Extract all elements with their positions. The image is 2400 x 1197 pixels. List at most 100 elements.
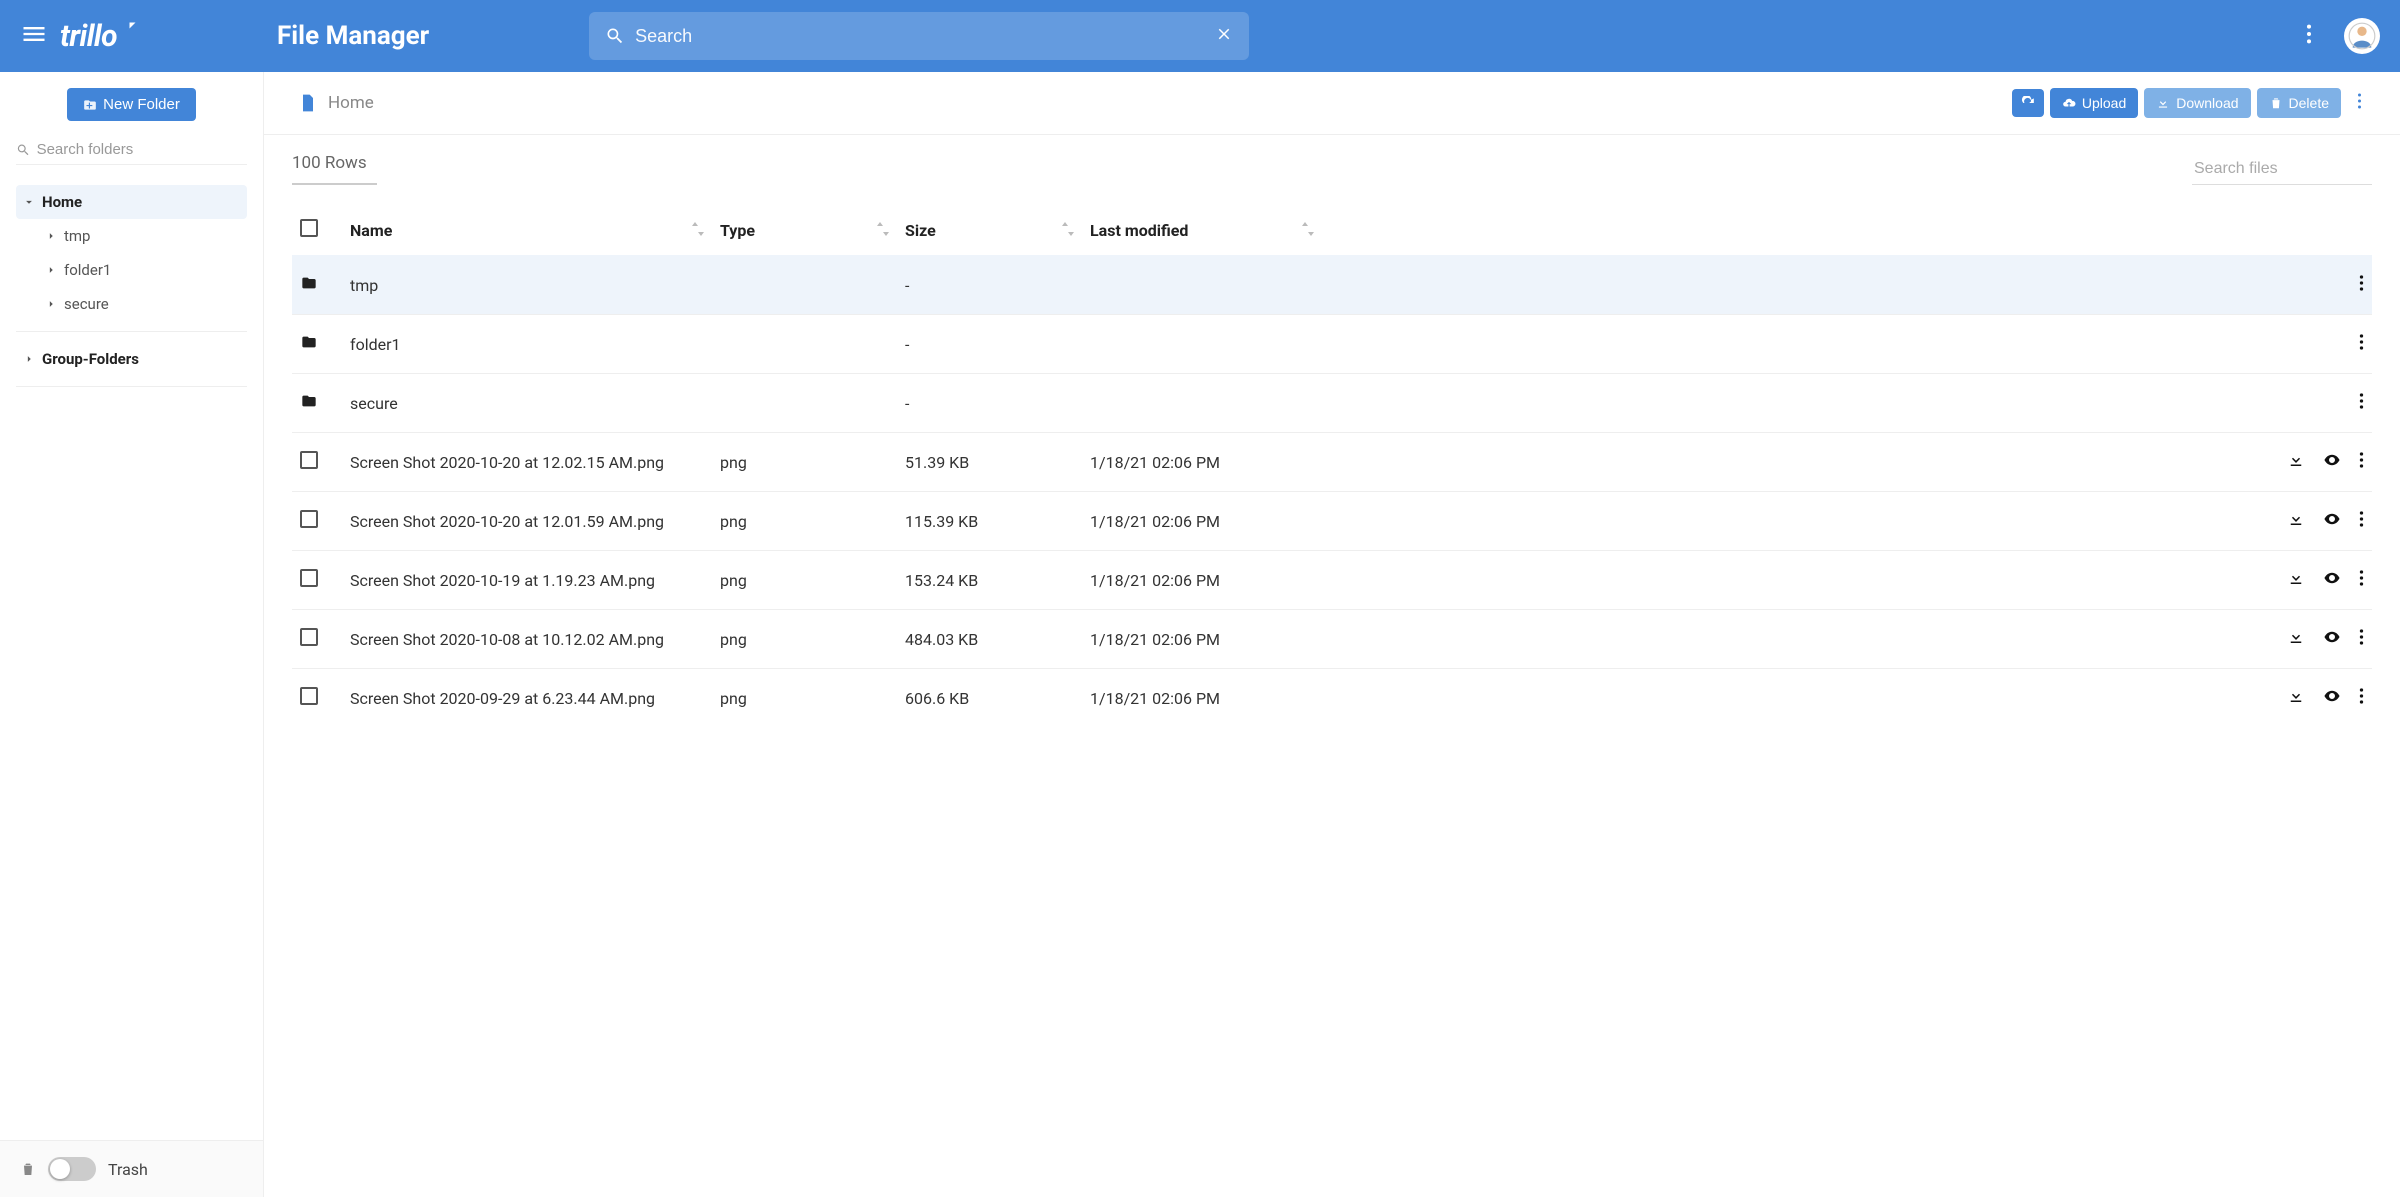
row-download-button[interactable] [2287, 687, 2305, 709]
row-checkbox[interactable] [300, 628, 318, 646]
upload-button[interactable]: Upload [2050, 88, 2138, 118]
row-more-button[interactable] [2359, 451, 2364, 473]
search-files[interactable] [2192, 154, 2372, 185]
delete-label: Delete [2289, 95, 2329, 111]
page-title: File Manager [277, 21, 429, 51]
cell-type [712, 256, 897, 315]
trash-toggle[interactable] [48, 1157, 96, 1181]
user-avatar[interactable] [2344, 18, 2380, 54]
cell-name: tmp [342, 256, 712, 315]
global-search-input[interactable] [635, 26, 1215, 47]
breadcrumb-label: Home [328, 93, 374, 113]
sort-icon[interactable] [692, 221, 704, 240]
cell-type: png [712, 433, 897, 492]
row-preview-button[interactable] [2323, 687, 2341, 709]
row-more-button[interactable] [2359, 510, 2364, 532]
new-folder-label: New Folder [103, 96, 180, 113]
tree-item-tmp[interactable]: tmp [16, 219, 247, 253]
main-panel: Home Upload Download [264, 72, 2400, 1197]
download-label: Download [2176, 95, 2238, 111]
refresh-icon [2021, 96, 2035, 110]
sidebar-search-input[interactable] [37, 141, 247, 158]
row-download-button[interactable] [2287, 510, 2305, 532]
row-preview-button[interactable] [2323, 510, 2341, 532]
topbar-more-button[interactable] [2298, 15, 2320, 57]
col-modified[interactable]: Last modified [1090, 221, 1188, 240]
tree-item-secure[interactable]: secure [16, 287, 247, 321]
tree-label: tmp [64, 227, 90, 245]
cell-size: 153.24 KB [897, 551, 1082, 610]
cell-size: 115.39 KB [897, 492, 1082, 551]
topbar: trillo File Manager [0, 0, 2400, 72]
table-row[interactable]: Screen Shot 2020-10-20 at 12.02.15 AM.pn… [292, 433, 2372, 492]
breadcrumb[interactable]: Home [298, 91, 374, 115]
tree-item-folder1[interactable]: folder1 [16, 253, 247, 287]
table-row[interactable]: folder1- [292, 315, 2372, 374]
cell-name: folder1 [342, 315, 712, 374]
row-preview-button[interactable] [2323, 628, 2341, 650]
sidebar: New Folder Home tmp folder1 [0, 72, 264, 1197]
sort-icon[interactable] [1302, 221, 1314, 240]
row-more-button[interactable] [2359, 274, 2364, 296]
cell-modified: 1/18/21 02:06 PM [1082, 610, 1322, 669]
table-row[interactable]: Screen Shot 2020-10-08 at 10.12.02 AM.pn… [292, 610, 2372, 669]
chevron-right-icon [44, 263, 58, 277]
row-more-button[interactable] [2359, 628, 2364, 650]
table-row[interactable]: Screen Shot 2020-10-20 at 12.01.59 AM.pn… [292, 492, 2372, 551]
cloud-upload-icon [2062, 96, 2076, 110]
refresh-button[interactable] [2012, 89, 2044, 117]
row-preview-button[interactable] [2323, 569, 2341, 591]
select-all-checkbox[interactable] [300, 219, 318, 237]
row-checkbox[interactable] [300, 510, 318, 528]
row-checkbox[interactable] [300, 569, 318, 587]
toolbar-more-button[interactable] [2347, 88, 2372, 118]
row-more-button[interactable] [2359, 569, 2364, 591]
delete-button[interactable]: Delete [2257, 88, 2341, 118]
row-more-button[interactable] [2359, 392, 2364, 414]
download-icon [2156, 96, 2170, 110]
row-more-button[interactable] [2359, 333, 2364, 355]
clear-search-button[interactable] [1215, 25, 1233, 47]
more-vertical-icon [2306, 23, 2312, 45]
folder-tree: Home tmp folder1 secure Group-Folde [0, 185, 263, 397]
row-download-button[interactable] [2287, 628, 2305, 650]
table-row[interactable]: secure- [292, 374, 2372, 433]
table-row[interactable]: tmp - [292, 256, 2372, 315]
row-checkbox[interactable] [300, 451, 318, 469]
tree-item-group-folders[interactable]: Group-Folders [16, 342, 247, 376]
row-more-button[interactable] [2359, 687, 2364, 709]
table-row[interactable]: Screen Shot 2020-10-19 at 1.19.23 AM.png… [292, 551, 2372, 610]
tree-item-home[interactable]: Home [16, 185, 247, 219]
trash-label: Trash [108, 1160, 148, 1179]
chevron-right-icon [22, 352, 36, 366]
cell-size: - [897, 374, 1082, 433]
file-icon [298, 91, 318, 115]
row-checkbox[interactable] [300, 687, 318, 705]
folder-plus-icon [83, 98, 97, 112]
tree-label: Home [42, 193, 82, 211]
tree-label: Group-Folders [42, 350, 139, 368]
menu-toggle-button[interactable] [12, 12, 56, 60]
col-name[interactable]: Name [350, 221, 392, 240]
table-row[interactable]: Screen Shot 2020-09-29 at 6.23.44 AM.png… [292, 669, 2372, 728]
cell-size: - [897, 256, 1082, 315]
global-search[interactable] [589, 12, 1249, 60]
row-download-button[interactable] [2287, 569, 2305, 591]
chevron-down-icon [22, 195, 36, 209]
sort-icon[interactable] [877, 221, 889, 240]
col-type[interactable]: Type [720, 221, 755, 240]
sort-icon[interactable] [1062, 221, 1074, 240]
row-download-button[interactable] [2287, 451, 2305, 473]
row-preview-button[interactable] [2323, 451, 2341, 473]
search-files-input[interactable] [2192, 154, 2372, 185]
close-icon [1215, 25, 1233, 43]
cell-modified [1082, 374, 1322, 433]
download-button[interactable]: Download [2144, 88, 2250, 118]
cell-modified [1082, 256, 1322, 315]
sidebar-search[interactable] [16, 141, 247, 165]
folder-icon [300, 276, 318, 295]
cell-modified: 1/18/21 02:06 PM [1082, 669, 1322, 728]
new-folder-button[interactable]: New Folder [67, 88, 196, 121]
cell-type: png [712, 551, 897, 610]
col-size[interactable]: Size [905, 221, 936, 240]
